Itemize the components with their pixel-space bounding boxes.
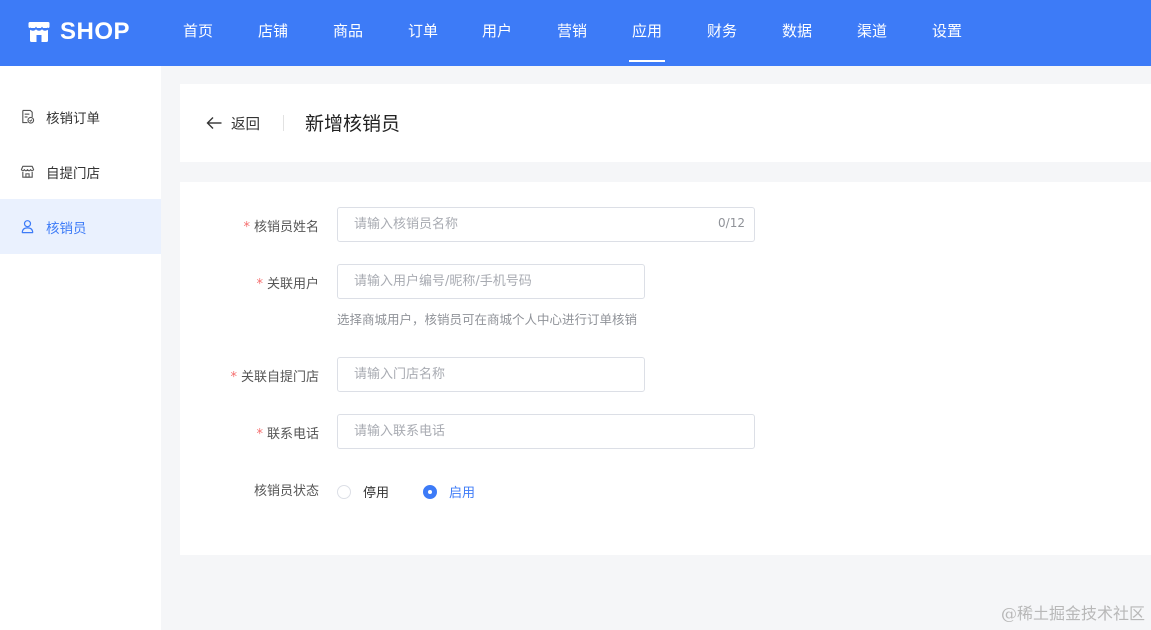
nav-item-settings[interactable]: 设置 — [927, 0, 967, 66]
nav-item-orders[interactable]: 订单 — [403, 0, 443, 66]
name-field-label: * 核销员姓名 — [243, 220, 319, 235]
required-mark: * — [243, 220, 250, 235]
required-mark: * — [256, 277, 263, 292]
sidebar-item-verify-orders[interactable]: 核销订单 — [0, 89, 161, 144]
phone-field-label: * 联系电话 — [256, 427, 319, 442]
store-field-label: * 关联自提门店 — [230, 370, 319, 385]
header-divider — [283, 115, 284, 131]
back-label: 返回 — [231, 116, 260, 133]
radio-label: 停用 — [363, 486, 390, 501]
name-char-counter: 0/12 — [718, 216, 745, 230]
page-title: 新增核销员 — [305, 113, 401, 135]
sidebar-item-verifiers[interactable]: 核销员 — [0, 199, 161, 254]
order-check-icon — [22, 109, 35, 124]
status-field-label: 核销员状态 — [253, 484, 319, 499]
nav-item-finance[interactable]: 财务 — [702, 0, 742, 66]
sidebar-item-label: 核销订单 — [46, 110, 100, 127]
sidebar: 核销订单 自提门店 核销员 — [0, 66, 161, 630]
phone-input[interactable] — [337, 414, 755, 449]
required-mark: * — [256, 427, 263, 442]
verifier-form: *核销员姓名 0/12 *关联用户 选择商城用户，核销员可在商城个人中心进行订单… — [180, 182, 1151, 555]
nav-item-apps[interactable]: 应用 — [627, 0, 667, 66]
nav-item-data[interactable]: 数据 — [777, 0, 817, 66]
nav-item-channels[interactable]: 渠道 — [852, 0, 892, 66]
store-icon — [20, 165, 35, 178]
verifier-name-input[interactable] — [337, 207, 755, 242]
page-header: 返回 新增核销员 — [180, 84, 1151, 162]
name-field-wrapper: 0/12 — [337, 207, 755, 242]
radio-circle — [337, 484, 351, 499]
app-logo[interactable]: SHOP — [27, 17, 130, 47]
user-field-help: 选择商城用户，核销员可在商城个人中心进行订单核销 — [337, 312, 638, 327]
arrow-left-icon — [206, 117, 222, 129]
top-navigation-bar: SHOP 首页 店铺 商品 订单 用户 营销 应用 财务 数据 渠道 设置 — [0, 0, 1151, 66]
required-mark: * — [230, 370, 237, 385]
nav-item-shop[interactable]: 店铺 — [253, 0, 293, 66]
shop-logo-icon — [28, 22, 50, 42]
radio-circle — [423, 484, 437, 499]
user-field-label: * 关联用户 — [256, 277, 319, 292]
radio-label: 启用 — [449, 486, 476, 501]
nav-item-products[interactable]: 商品 — [328, 0, 368, 66]
status-radio-enabled[interactable]: 启用 — [423, 482, 475, 501]
nav-item-home[interactable]: 首页 — [178, 0, 218, 66]
linked-store-input[interactable] — [337, 357, 645, 392]
nav-item-users[interactable]: 用户 — [477, 0, 517, 66]
app-name: SHOP — [60, 18, 131, 45]
linked-user-input[interactable] — [337, 264, 645, 299]
watermark: @稀土掘金技术社区 — [1000, 604, 1145, 623]
sidebar-item-label: 核销员 — [46, 220, 87, 237]
status-radio-disabled[interactable]: 停用 — [337, 482, 389, 501]
user-icon — [21, 220, 34, 234]
sidebar-item-pickup-stores[interactable]: 自提门店 — [0, 144, 161, 199]
nav-item-marketing[interactable]: 营销 — [552, 0, 592, 66]
sidebar-item-label: 自提门店 — [46, 165, 100, 182]
back-button[interactable]: 返回 — [206, 112, 260, 134]
